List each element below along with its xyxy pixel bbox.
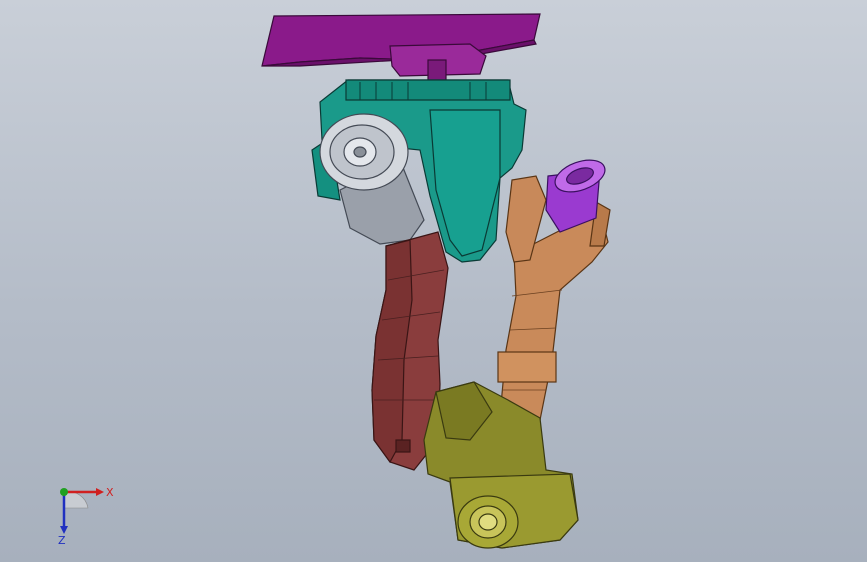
z-axis-label: Z bbox=[58, 534, 66, 547]
y-axis-dot bbox=[60, 488, 68, 496]
z-axis-arrow bbox=[60, 526, 68, 534]
elbow[interactable] bbox=[423, 381, 579, 549]
triad-plane bbox=[63, 491, 89, 509]
x-axis-arrow bbox=[96, 488, 104, 496]
x-axis-label: X bbox=[106, 486, 114, 499]
robot-arm-model[interactable] bbox=[0, 0, 867, 562]
3d-viewport[interactable]: X Z bbox=[0, 0, 867, 562]
coordinate-triad: X Z bbox=[58, 486, 114, 547]
